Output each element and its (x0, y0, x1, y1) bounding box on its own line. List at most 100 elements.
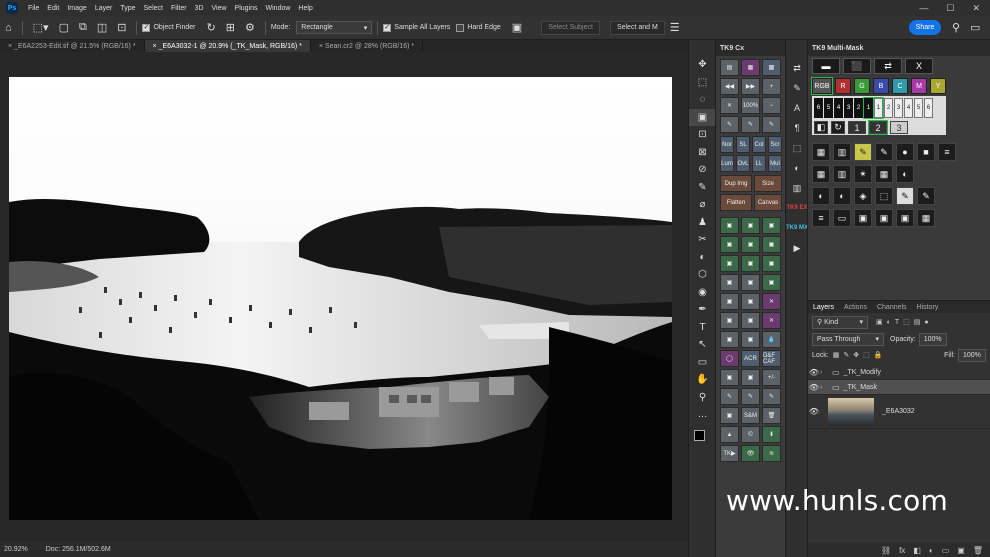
grid-icon[interactable]: ▦ (812, 165, 830, 183)
list-icon[interactable]: ≡ (812, 209, 830, 227)
paint-mask-icon[interactable]: ✎ (854, 143, 872, 161)
brush-outline-icon[interactable]: ✎ (917, 187, 935, 205)
tab-layers[interactable]: Layers (808, 304, 839, 311)
menu-layer[interactable]: Layer (91, 5, 117, 12)
channel-m-button[interactable]: M (911, 78, 927, 94)
swap-button[interactable]: ⇄ (874, 58, 902, 74)
curves-icon[interactable]: ▥ (833, 143, 851, 161)
move-tool[interactable]: ✥ (689, 56, 716, 74)
tab-e6a3032[interactable]: × _E6A3032-1 @ 20.9% (_TK_Mask, RGB/16) … (144, 40, 311, 52)
select-subject-icon[interactable]: ▣ (512, 21, 522, 34)
menu-window[interactable]: Window (262, 5, 295, 12)
menu-type[interactable]: Type (116, 5, 139, 12)
play-icon[interactable]: ▶ (786, 238, 808, 258)
eye-icon[interactable]: 👁 (808, 383, 820, 392)
zone-dark-3[interactable]: 3 (844, 98, 853, 118)
crop-tool[interactable]: ⊡ (689, 126, 716, 144)
chevron-right-icon[interactable]: › (820, 369, 828, 376)
blend-col-button[interactable]: Col (752, 136, 766, 153)
tab-close-icon[interactable]: × (319, 43, 323, 50)
selection-icon[interactable]: ⬚ (875, 187, 893, 205)
cx-zoom-out-button[interactable]: − (762, 97, 781, 114)
cx-btn[interactable]: ▣ (720, 369, 739, 386)
cx-btn[interactable]: ▣ (741, 312, 760, 329)
marquee-tool[interactable]: ⬚ (689, 74, 716, 92)
cx-btn[interactable]: ▣ (720, 293, 739, 310)
clone-stamp-tool[interactable]: ♟ (689, 214, 716, 232)
menu-select[interactable]: Select (140, 5, 167, 12)
document-canvas[interactable] (9, 77, 672, 520)
intersect-selection-icon[interactable]: ⊡ (117, 21, 126, 34)
character-icon[interactable]: A (786, 98, 808, 118)
sun-icon[interactable]: ✴ (854, 165, 872, 183)
overlap-icon[interactable]: ◐ (896, 165, 914, 183)
blend-mul-button[interactable]: Mul (768, 155, 782, 172)
cx-btn[interactable]: ▣ (741, 274, 760, 291)
blend-nor-button[interactable]: Nor (720, 136, 734, 153)
cx-brush-button[interactable]: ✎ (762, 116, 781, 133)
cx-fit-button[interactable]: ✕ (720, 97, 739, 114)
foreground-color[interactable] (694, 429, 705, 441)
channel-c-button[interactable]: C (892, 78, 908, 94)
channel-y-button[interactable]: Y (930, 78, 946, 94)
gradient-tool[interactable]: ⬡ (689, 266, 716, 284)
color-swatches[interactable] (689, 424, 715, 452)
layer-row[interactable]: 👁 › ▭ _TK_Modify (808, 365, 990, 380)
menu-edit[interactable]: Edit (43, 5, 63, 12)
zone-dark-6[interactable]: 6 (814, 98, 823, 118)
home-icon[interactable]: ⌂ (5, 22, 12, 34)
cx-btn[interactable]: ▦ (741, 59, 760, 76)
object-finder-checkbox[interactable] (142, 23, 151, 32)
eye-icon[interactable]: 👁 (808, 407, 820, 416)
frame-tool[interactable]: ⊠ (689, 144, 716, 162)
cx-brush-button[interactable]: ✎ (720, 116, 739, 133)
canvas-button[interactable]: Canvas (754, 194, 782, 211)
mode-select[interactable]: Rectangle ▾ (296, 21, 373, 34)
cx-100-button[interactable]: 100% (741, 97, 760, 114)
close-mask-button[interactable]: X (905, 58, 933, 74)
cx-btn[interactable]: ▤ (720, 59, 739, 76)
menu-3d[interactable]: 3D (191, 5, 208, 12)
reset-icon[interactable]: ↻ (831, 121, 845, 134)
maximize-icon[interactable]: ☐ (946, 3, 954, 14)
opacity-input[interactable]: 100% (918, 332, 947, 346)
trash-icon[interactable]: 🗑 (973, 546, 983, 555)
select-subject-button[interactable]: Select Subject (541, 20, 600, 35)
new-group-icon[interactable]: ▭ (942, 546, 950, 555)
zone-option-2[interactable]: 2 (868, 120, 888, 135)
cx-btn[interactable]: ▣ (741, 331, 760, 348)
cx-btn[interactable]: +/- (762, 369, 781, 386)
select-and-mask-button[interactable]: Select and M (609, 20, 665, 35)
brush-tool[interactable]: ⌀ (689, 196, 716, 214)
panel-options-icon[interactable]: ☰ (670, 21, 680, 34)
new-layer-icon[interactable]: ▣ (957, 546, 965, 555)
zone-dark-4[interactable]: 4 (834, 98, 843, 118)
add-selection-icon[interactable]: ⧉ (79, 21, 87, 34)
cx-btn[interactable]: ✎ (741, 388, 760, 405)
cx-next-button[interactable]: ▶▶ (741, 78, 760, 95)
adjustment-icon[interactable]: ◐ (786, 158, 808, 178)
new-selection-icon[interactable]: ▢ (59, 21, 69, 34)
gear-icon[interactable]: ⚙ (245, 21, 255, 34)
tab-actions[interactable]: Actions (839, 304, 872, 311)
menu-file[interactable]: File (24, 5, 43, 12)
circle-mask-icon[interactable]: ● (896, 143, 914, 161)
zone-dark-1[interactable]: 1 (863, 97, 874, 119)
tab-close-icon[interactable]: × (153, 43, 157, 50)
dodge-tool[interactable]: ◉ (689, 284, 716, 302)
cx-btn[interactable]: ⬇ (762, 426, 781, 443)
cx-btn[interactable]: ✎ (762, 388, 781, 405)
tab-e6a2253[interactable]: × _E6A2253-Edit.tif @ 21.5% (RGB/16) * (0, 40, 145, 52)
cx-btn[interactable]: © (741, 426, 760, 443)
calculator-icon[interactable]: ▦ (917, 209, 935, 227)
cx-btn[interactable]: ▲ (720, 426, 739, 443)
color-wheel-icon[interactable]: ◈ (854, 187, 872, 205)
zone-light-6[interactable]: 6 (924, 98, 933, 118)
dup-img-button[interactable]: Dup Img (720, 175, 752, 192)
search-icon[interactable]: ⚲ (952, 21, 960, 34)
cx-btn[interactable]: ✕ (762, 293, 781, 310)
path-selection-tool[interactable]: ↖ (689, 336, 716, 354)
cx-prev-button[interactable]: ◀◀ (720, 78, 739, 95)
cx-zoom-in-button[interactable]: + (762, 78, 781, 95)
zone-dark-2[interactable]: 2 (854, 98, 863, 118)
